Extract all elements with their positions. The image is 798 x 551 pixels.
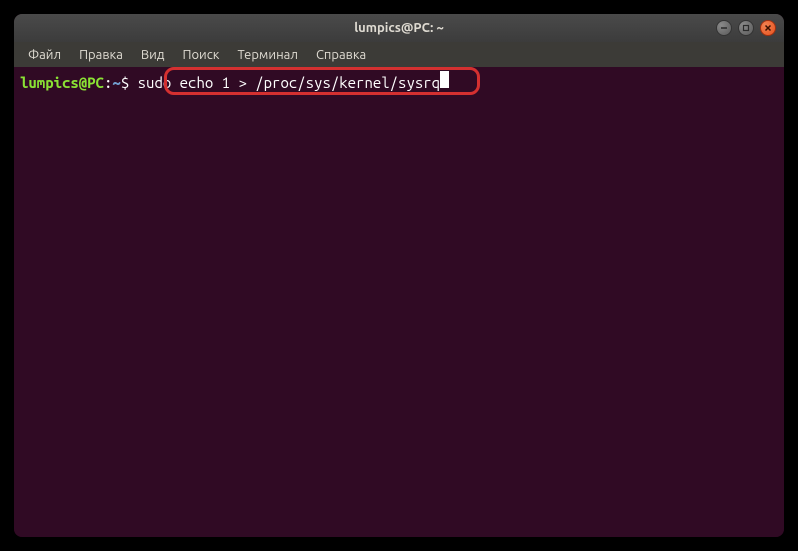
- prompt-colon: :: [104, 73, 112, 93]
- close-icon: [764, 24, 772, 32]
- menu-edit[interactable]: Правка: [71, 45, 131, 65]
- menu-help[interactable]: Справка: [308, 45, 374, 65]
- terminal-window: lumpics@PC: ~ Файл Правка Вид Поиск Терм…: [14, 14, 784, 537]
- window-title: lumpics@PC: ~: [354, 21, 444, 35]
- titlebar: lumpics@PC: ~: [14, 14, 784, 42]
- command-text: sudo echo 1 > /proc/sys/kernel/sysrq: [138, 73, 440, 93]
- menu-file[interactable]: Файл: [20, 45, 69, 65]
- menu-search[interactable]: Поиск: [174, 45, 227, 65]
- menu-view[interactable]: Вид: [133, 45, 173, 65]
- minimize-icon: [720, 24, 728, 32]
- menubar: Файл Правка Вид Поиск Терминал Справка: [14, 42, 784, 67]
- prompt-dollar: $: [121, 73, 138, 93]
- terminal-area[interactable]: lumpics@PC:~$ sudo echo 1 > /proc/sys/ke…: [14, 67, 784, 537]
- minimize-button[interactable]: [716, 20, 732, 36]
- maximize-button[interactable]: [738, 20, 754, 36]
- menu-terminal[interactable]: Терминал: [229, 45, 305, 65]
- close-button[interactable]: [760, 20, 776, 36]
- cursor: [440, 71, 449, 88]
- window-controls: [716, 20, 776, 36]
- prompt-user: lumpics@PC: [20, 73, 104, 93]
- prompt-path: ~: [112, 73, 120, 93]
- prompt-line: lumpics@PC:~$ sudo echo 1 > /proc/sys/ke…: [20, 71, 778, 93]
- maximize-icon: [742, 24, 750, 32]
